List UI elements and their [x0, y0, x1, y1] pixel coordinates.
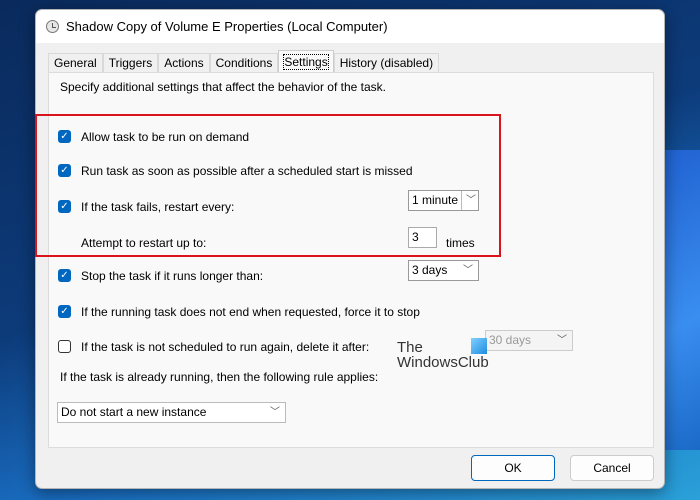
- tab-settings[interactable]: Settings: [278, 50, 334, 73]
- allow-on-demand-label: Allow task to be run on demand: [81, 130, 250, 144]
- tab-history[interactable]: History (disabled): [333, 53, 440, 73]
- restart-interval-select[interactable]: 1 minute ﹀: [408, 190, 479, 211]
- delete-after-select[interactable]: 30 days ﹀: [485, 330, 573, 351]
- chevron-down-icon: ﹀: [270, 407, 280, 418]
- force-stop-label: If the running task does not end when re…: [81, 305, 420, 319]
- description-text: Specify additional settings that affect …: [60, 80, 386, 94]
- restart-checkbox[interactable]: ✓: [58, 200, 71, 213]
- rule-label: If the task is already running, then the…: [60, 370, 379, 384]
- delete-after-checkbox[interactable]: [58, 340, 71, 353]
- chevron-down-icon: ﹀: [557, 335, 567, 346]
- chevron-down-icon: ﹀: [463, 265, 473, 276]
- tab-general[interactable]: General: [48, 53, 103, 73]
- attempts-label: Attempt to restart up to:: [81, 236, 207, 250]
- tab-bar: General Triggers Actions Conditions Sett…: [48, 50, 440, 73]
- tab-label: Triggers: [108, 56, 153, 70]
- watermark-logo-icon: [471, 338, 487, 354]
- tab-label: History (disabled): [339, 56, 434, 70]
- rule-select[interactable]: Do not start a new instance ﹀: [57, 402, 286, 423]
- watermark-line2: WindowsClub: [397, 354, 489, 371]
- delete-after-value: 30 days: [489, 333, 532, 347]
- restart-label: If the task fails, restart every:: [81, 200, 235, 214]
- window-title: Shadow Copy of Volume E Properties (Loca…: [66, 19, 388, 34]
- rule-value: Do not start a new instance: [61, 405, 207, 419]
- ok-button[interactable]: OK: [471, 455, 555, 481]
- tab-label: Conditions: [215, 56, 273, 70]
- delete-after-label: If the task is not scheduled to run agai…: [81, 340, 370, 354]
- tab-label: Settings: [283, 54, 329, 70]
- allow-on-demand-checkbox[interactable]: ✓: [58, 130, 71, 143]
- clock-icon: [46, 20, 59, 33]
- attempts-suffix: times: [446, 236, 475, 250]
- tab-label: General: [54, 56, 97, 70]
- stop-duration-select[interactable]: 3 days ﹀: [408, 260, 479, 281]
- stop-longer-label: Stop the task if it runs longer than:: [81, 269, 264, 283]
- run-missed-label: Run task as soon as possible after a sch…: [81, 164, 413, 178]
- chevron-down-icon: ﹀: [461, 191, 478, 210]
- restart-interval-value: 1 minute: [412, 193, 459, 207]
- tab-triggers[interactable]: Triggers: [102, 53, 159, 73]
- stop-duration-value: 3 days: [412, 263, 448, 277]
- title-bar: Shadow Copy of Volume E Properties (Loca…: [36, 10, 664, 43]
- stop-longer-checkbox[interactable]: ✓: [58, 269, 71, 282]
- attempts-input[interactable]: 3: [408, 227, 437, 248]
- tab-label: Actions: [164, 56, 204, 70]
- cancel-button[interactable]: Cancel: [570, 455, 654, 481]
- tab-actions[interactable]: Actions: [158, 53, 210, 73]
- tab-conditions[interactable]: Conditions: [209, 53, 279, 73]
- force-stop-checkbox[interactable]: ✓: [58, 305, 71, 318]
- run-missed-checkbox[interactable]: ✓: [58, 164, 71, 177]
